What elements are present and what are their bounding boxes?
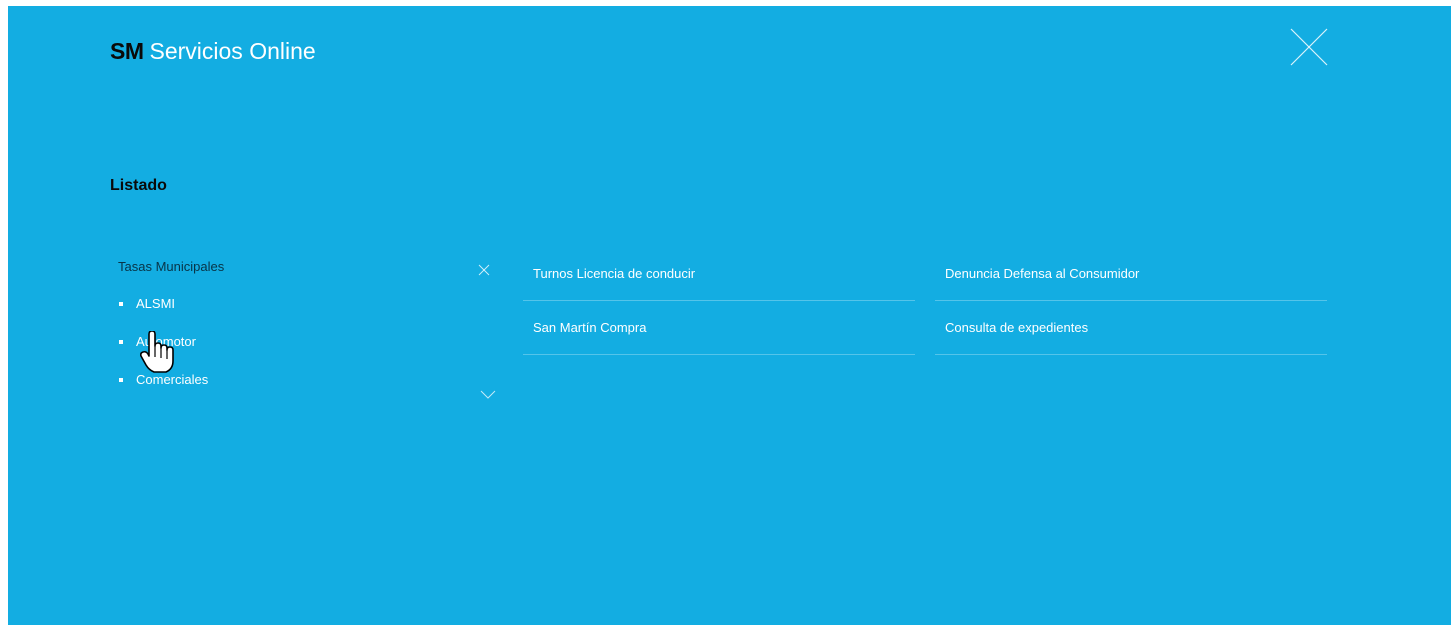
close-icon[interactable]: [1290, 28, 1328, 66]
service-link-consulta-expedientes[interactable]: Consulta de expedientes: [935, 301, 1327, 355]
dropdown-item-alsmi[interactable]: ALSMI: [118, 294, 498, 332]
services-menu-panel: SM Servicios Online Listado Tasas Municip…: [8, 6, 1451, 625]
chevron-down-icon[interactable]: [480, 387, 496, 399]
page-title: Listado: [110, 177, 167, 194]
bullet-icon: [119, 302, 123, 306]
service-link-san-martin-compra[interactable]: San Martín Compra: [523, 301, 915, 355]
dropdown-item-label: Comerciales: [136, 372, 209, 387]
dropdown-item-comerciales[interactable]: Comerciales: [118, 370, 498, 408]
dropdown-toggle[interactable]: Tasas Municipales: [118, 256, 498, 278]
dropdown-item-automotor[interactable]: Automotor: [118, 332, 498, 370]
dropdown-item-label: ALSMI: [136, 296, 176, 311]
services-column-2: Turnos Licencia de conducir San Martín C…: [523, 247, 915, 355]
tasas-municipales-dropdown: Tasas Municipales ALSMI Automotor Comerc…: [118, 256, 498, 408]
dropdown-label: Tasas Municipales: [118, 259, 225, 274]
dropdown-list: ALSMI Automotor Comerciales: [118, 294, 498, 408]
service-link-defensa-consumidor[interactable]: Denuncia Defensa al Consumidor: [935, 247, 1327, 301]
bullet-icon: [119, 340, 123, 344]
brand-abbr: SM: [110, 38, 144, 64]
hand-pointer-cursor-icon: [139, 330, 174, 373]
brand-name: Servicios Online: [149, 38, 316, 64]
bullet-icon: [119, 378, 123, 382]
collapse-x-icon[interactable]: [478, 261, 490, 276]
services-column-3: Denuncia Defensa al Consumidor Consulta …: [935, 247, 1327, 355]
service-link-turnos-licencia[interactable]: Turnos Licencia de conducir: [523, 247, 915, 301]
brand-logo[interactable]: SM Servicios Online: [110, 36, 316, 66]
